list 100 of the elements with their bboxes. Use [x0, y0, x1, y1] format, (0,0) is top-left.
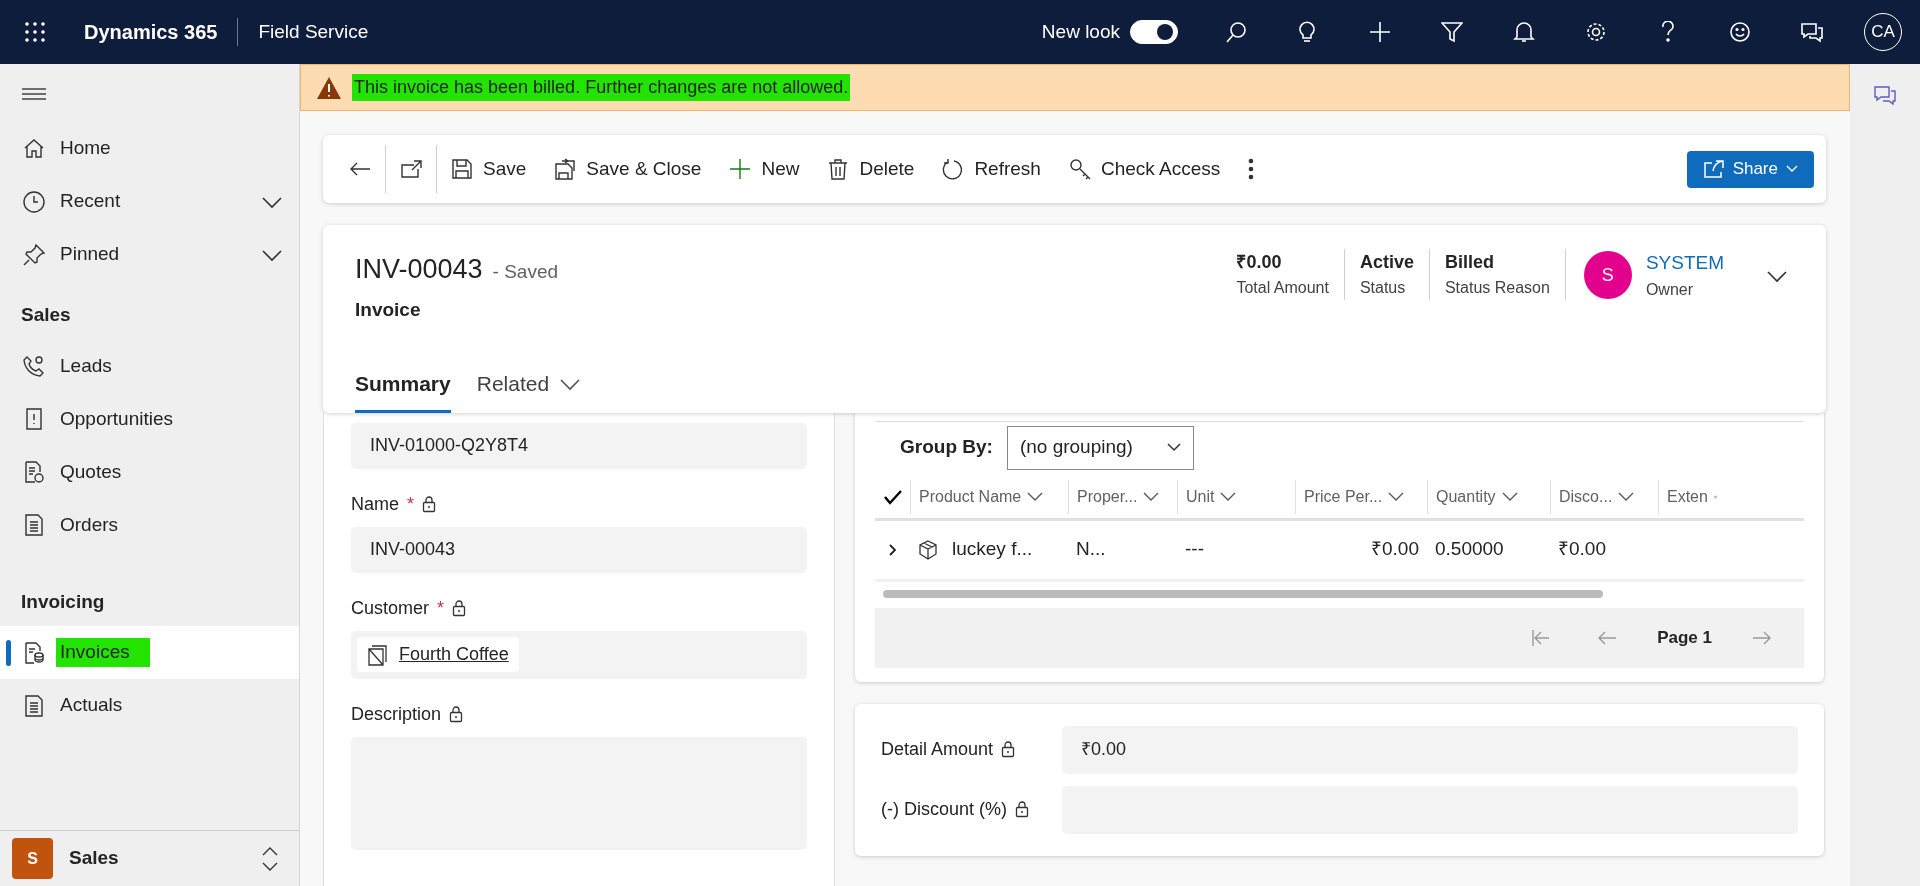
- chevron-down-icon: [1618, 491, 1635, 502]
- page-number: Page 1: [1657, 626, 1712, 649]
- header-field-value: ₹0.00: [1236, 251, 1283, 274]
- column-header[interactable]: Exten: [1658, 479, 1725, 514]
- chevron-down-icon: [1220, 491, 1237, 502]
- lookup-field[interactable]: Fourth Coffee: [351, 630, 807, 679]
- save-button[interactable]: Save: [437, 147, 541, 191]
- plus-button[interactable]: New: [715, 147, 814, 191]
- sidebar-section-title: Sales: [20, 303, 72, 327]
- group-by-label: Group By:: [900, 435, 993, 460]
- trash-button[interactable]: Delete: [813, 147, 929, 191]
- sidebar-item[interactable]: Home: [0, 122, 299, 175]
- product-box-icon: [918, 539, 938, 560]
- chat-icon: [1801, 21, 1823, 43]
- chevron-down-icon: [261, 248, 283, 263]
- sidebar-item[interactable]: Actuals: [0, 679, 299, 732]
- menu-icon: [22, 87, 46, 100]
- record-title: INV-00043: [355, 253, 483, 286]
- chevron-down-icon: [1501, 491, 1518, 502]
- column-header[interactable]: Disco...: [1550, 479, 1658, 514]
- plus-icon: [729, 158, 752, 180]
- sidebar-item[interactable]: Recent: [0, 175, 299, 228]
- new-look-toggle[interactable]: [1130, 20, 1178, 44]
- trash-icon: [827, 158, 850, 180]
- column-header[interactable]: Product Name: [910, 479, 1068, 514]
- back-arrow-icon: [349, 161, 371, 177]
- waffle-icon: [25, 22, 45, 42]
- field-label: Name: [351, 492, 399, 516]
- chevron-down-icon: [1388, 491, 1405, 502]
- popout-icon: [400, 160, 422, 178]
- document-lines-icon: [22, 693, 46, 718]
- sidebar-item[interactable]: Opportunities: [0, 392, 299, 446]
- pin-icon: [22, 242, 46, 267]
- new-look-label: New look: [1041, 19, 1120, 44]
- sidebar-item[interactable]: Pinned: [0, 228, 299, 281]
- field-label: Customer: [351, 596, 430, 620]
- column-header[interactable]: Unit: [1177, 479, 1295, 514]
- header-field-value: Billed: [1444, 251, 1495, 274]
- text-field[interactable]: INV-01000-Q2Y8T4: [351, 422, 807, 469]
- clock-icon: [22, 189, 46, 214]
- save-icon: [451, 158, 473, 180]
- field-label: Description: [351, 702, 442, 726]
- warning-message: This invoice has been billed. Further changes are not allowed.: [352, 74, 851, 101]
- sidebar-item[interactable]: Leads: [0, 339, 299, 393]
- header-field-value: Active: [1359, 251, 1414, 274]
- entity-name: Invoice: [355, 297, 422, 322]
- table-cell-text: ₹0.00: [1558, 537, 1606, 562]
- column-header[interactable]: Price Per...: [1295, 479, 1427, 514]
- save-status: - Saved: [492, 260, 559, 284]
- smiley-icon: [1729, 21, 1751, 43]
- refresh-icon: [942, 158, 965, 180]
- search-icon: [1225, 21, 1247, 43]
- owner-link[interactable]: SYSTEM: [1645, 249, 1724, 278]
- save-close-button[interactable]: Save & Close: [540, 147, 716, 191]
- bell-icon: [1513, 21, 1535, 43]
- chevron-down-icon: [559, 376, 582, 391]
- owner-label: Owner: [1645, 279, 1694, 300]
- table-cell-text: ---: [1185, 537, 1204, 562]
- key-icon: [1068, 158, 1091, 180]
- field-label: (-) Discount (%): [881, 798, 1007, 821]
- selection-indicator: [6, 640, 11, 666]
- save-close-icon: [554, 158, 577, 180]
- required-marker: *: [407, 492, 415, 516]
- key-button[interactable]: Check Access: [1054, 147, 1235, 191]
- area-switcher[interactable]: S Sales: [0, 830, 299, 886]
- table-cell-text: N...: [1076, 537, 1106, 562]
- share-button[interactable]: Share: [1686, 150, 1814, 188]
- more-icon: [1248, 158, 1255, 180]
- checkmark-icon: [883, 488, 902, 505]
- chevron-down-icon: [1766, 269, 1788, 283]
- sidebar-item[interactable]: Orders: [0, 498, 299, 552]
- text-field[interactable]: INV-00043: [351, 526, 807, 573]
- app-name[interactable]: Dynamics 365: [84, 17, 218, 47]
- chevron-right-icon: [887, 542, 898, 557]
- refresh-button[interactable]: Refresh: [928, 147, 1055, 191]
- area-avatar: S: [12, 838, 53, 879]
- sidebar-item[interactable]: Quotes: [0, 445, 299, 499]
- header-field-label: Total Amount: [1236, 278, 1329, 298]
- settings-icon: [1585, 21, 1607, 43]
- chevron-down-icon: [1027, 491, 1044, 502]
- tab[interactable]: Related: [476, 362, 582, 413]
- chevron-down-icon: [261, 195, 283, 210]
- sidebar-item[interactable]: Invoices: [0, 626, 299, 679]
- required-marker: *: [437, 596, 445, 620]
- table-cell-text: luckey f...: [952, 537, 1033, 562]
- first-page-icon: [1531, 629, 1552, 648]
- column-header[interactable]: Quantity: [1427, 479, 1550, 514]
- column-header[interactable]: Proper...: [1068, 479, 1177, 514]
- horizontal-scrollbar[interactable]: [883, 589, 1603, 598]
- group-by-dropdown[interactable]: (no grouping): [1006, 425, 1194, 470]
- up-down-chevron-icon: [261, 845, 279, 872]
- document-clock-icon: [22, 460, 46, 484]
- account-icon: [367, 643, 387, 666]
- sidebar-section-title: Invoicing: [20, 589, 106, 614]
- document-lines-icon: [22, 513, 46, 537]
- area-name: Field Service: [258, 19, 369, 44]
- chevron-down-icon: [1786, 165, 1798, 173]
- document-coins-icon: [22, 640, 46, 665]
- filter-icon: [1441, 21, 1463, 43]
- text-field[interactable]: ₹0.00: [1062, 725, 1798, 774]
